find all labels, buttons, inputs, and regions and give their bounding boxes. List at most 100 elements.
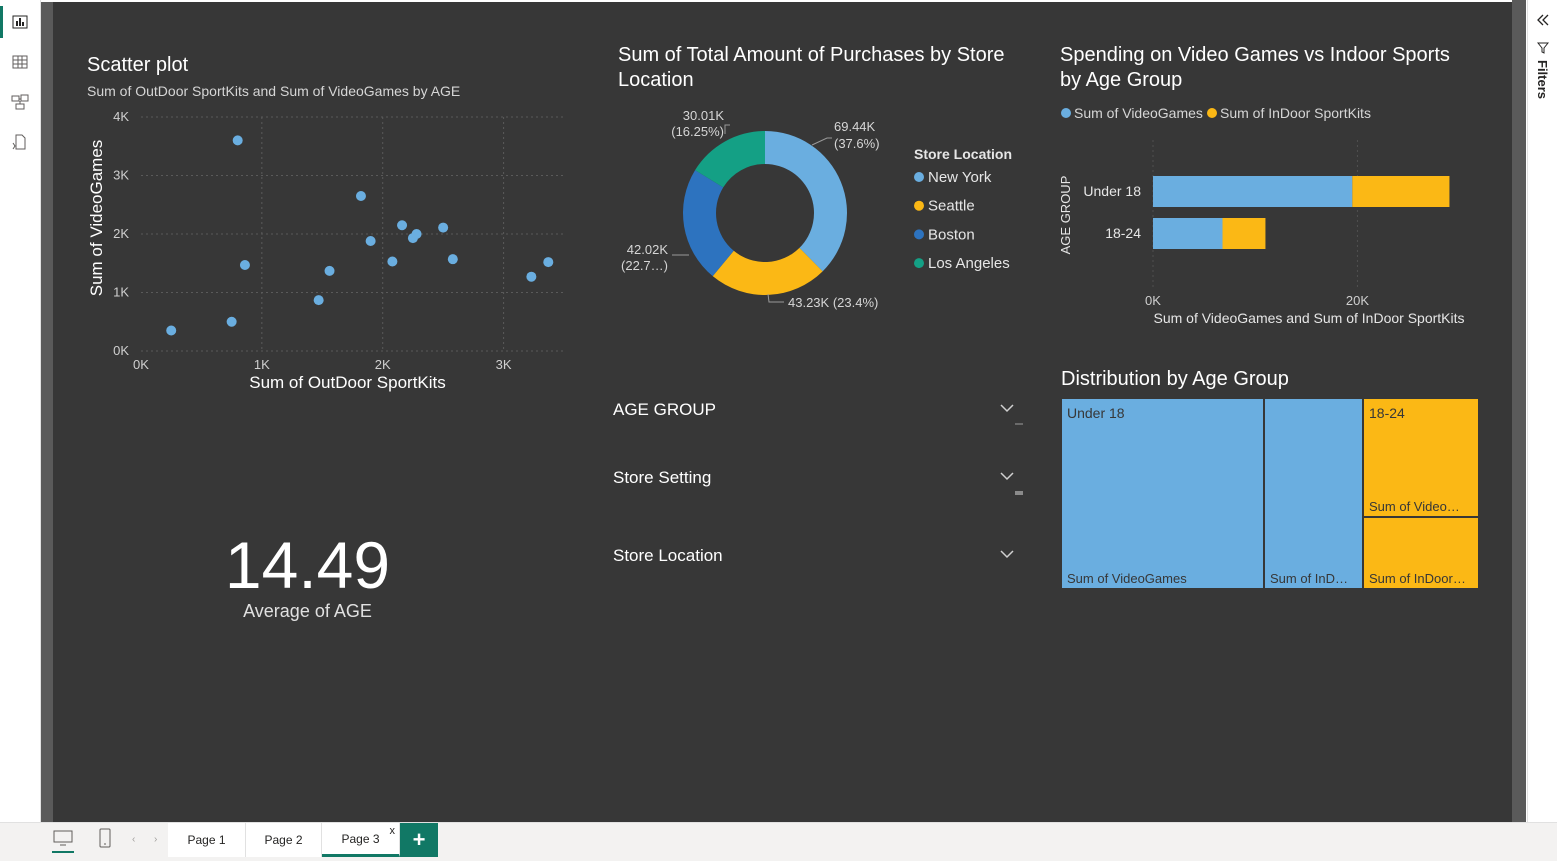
kpi-card[interactable]: 14.49 Average of AGE: [190, 525, 425, 635]
scatter-point: [411, 229, 422, 239]
scatter-point: [166, 325, 177, 336]
legend-item: New York: [928, 169, 992, 186]
tab-label: Page 2: [264, 833, 303, 847]
scatter-point: [387, 256, 398, 267]
chevron-down-icon[interactable]: [999, 400, 1015, 416]
y-tick-label: 3K: [113, 168, 129, 183]
legend-marker: [1061, 108, 1071, 118]
slicer-store-location[interactable]: Store Location: [613, 546, 1023, 576]
chevron-down-icon[interactable]: [999, 546, 1015, 562]
donut-label: 30.01K: [683, 108, 725, 123]
tab-page-3[interactable]: Page 3 x: [322, 823, 400, 857]
donut-slice: [765, 131, 847, 272]
x-axis-title: Sum of OutDoor SportKits: [249, 373, 446, 392]
leader-line: [767, 293, 784, 303]
treemap-cell-1824-videogames[interactable]: 18-24 Sum of Video…: [1363, 398, 1479, 517]
close-tab-icon[interactable]: x: [390, 825, 396, 837]
chevron-right-icon[interactable]: ›: [154, 834, 157, 845]
scatter-point: [232, 135, 243, 146]
tab-label: Page 1: [187, 833, 226, 847]
x-tick-label: 0K: [1145, 293, 1161, 308]
y-tick-label: 1K: [113, 285, 129, 300]
model-view-icon[interactable]: [9, 91, 31, 113]
x-tick-label: 0K: [133, 357, 149, 372]
scatter-point: [324, 265, 335, 276]
treemap-cell-label: Sum of InD…: [1270, 571, 1349, 586]
scatter-point: [438, 222, 449, 233]
scatter-point: [543, 257, 554, 268]
scatter-point: [239, 260, 250, 271]
slicer-store-setting[interactable]: Store Setting: [613, 468, 1023, 498]
add-page-button[interactable]: +: [400, 823, 438, 857]
table-view-icon[interactable]: [9, 51, 31, 73]
legend-marker: [914, 258, 924, 269]
treemap-area: Under 18 Sum of VideoGames Sum of InD… 1…: [1061, 398, 1479, 589]
resize-handle: [1015, 491, 1023, 495]
treemap-group-label: 18-24: [1369, 405, 1405, 421]
leader-line: [811, 137, 832, 146]
scatter-point: [226, 316, 237, 327]
stacked-title-line1: Spending on Video Games vs Indoor Sports: [1060, 44, 1450, 66]
treemap-cell-label: Sum of InDoor…: [1369, 571, 1466, 586]
y-axis-title: AGE GROUP: [1058, 176, 1073, 255]
y-tick-label: Under 18: [1083, 183, 1141, 199]
scatter-point: [355, 190, 366, 201]
x-tick-label: 20K: [1346, 293, 1369, 308]
legend-item: Sum of VideoGames: [1074, 105, 1203, 121]
chevron-down-icon[interactable]: [999, 468, 1015, 484]
x-tick-label: 2K: [375, 357, 391, 372]
chevron-left-icon[interactable]: ‹: [132, 834, 135, 845]
treemap-cell-under18-indoor[interactable]: Sum of InD…: [1264, 398, 1363, 589]
canvas-left-border: [41, 0, 53, 822]
y-tick-label: 4K: [113, 109, 129, 124]
x-axis-title: Sum of VideoGames and Sum of InDoor Spor…: [1153, 310, 1464, 326]
canvas-right-border: [1512, 0, 1526, 822]
treemap-title: Distribution by Age Group: [1061, 368, 1289, 390]
slicer-age-group[interactable]: AGE GROUP: [613, 400, 1023, 430]
slicer-age-group-label: AGE GROUP: [613, 400, 716, 419]
donut-label: 42.02K: [627, 242, 669, 257]
legend-marker: [1207, 108, 1217, 118]
tab-page-1[interactable]: Page 1: [168, 823, 246, 857]
treemap-cell-under18-videogames[interactable]: Under 18 Sum of VideoGames: [1061, 398, 1264, 589]
treemap-cell-label: Sum of VideoGames: [1067, 571, 1187, 586]
expand-chevrons-icon[interactable]: [1536, 13, 1550, 27]
y-tick-label: 0K: [113, 343, 129, 358]
leader-line: [724, 124, 730, 134]
slicer-store-location-label: Store Location: [613, 546, 723, 565]
scatter-point: [313, 295, 324, 306]
tab-label: Page 3: [341, 831, 380, 846]
y-axis-title: Sum of VideoGames: [87, 140, 106, 297]
donut-label: (22.7…): [621, 258, 668, 273]
scatter-subtitle: Sum of OutDoor SportKits and Sum of Vide…: [87, 83, 461, 99]
treemap-cell-label: Sum of Video…: [1369, 499, 1460, 514]
stacked-title-line2: by Age Group: [1060, 69, 1183, 91]
legend-item: Sum of InDoor SportKits: [1220, 105, 1371, 121]
dax-query-icon[interactable]: [9, 131, 31, 153]
treemap-cell-1824-indoor[interactable]: Sum of InDoor…: [1363, 517, 1479, 589]
x-tick-label: 3K: [496, 357, 512, 372]
legend-marker: [914, 172, 924, 182]
report-view-icon[interactable]: [0, 6, 31, 38]
resize-handle: [1015, 423, 1023, 425]
filter-icon: [1537, 42, 1549, 54]
scatter-point: [365, 236, 376, 247]
kpi-value: 14.49: [224, 528, 391, 602]
kpi-label: Average of AGE: [243, 601, 372, 621]
y-tick-label: 18-24: [1105, 225, 1141, 241]
legend-item: Boston: [928, 226, 975, 243]
bar-segment: [1222, 218, 1266, 249]
filters-label: Filters: [1535, 60, 1550, 100]
donut-plot-area: 69.44K (37.6%) 43.23K (23.4%) 42.02K(22.7…)…: [621, 108, 1012, 310]
scatter-point: [526, 271, 537, 282]
legend-marker: [914, 229, 924, 240]
scatter-point: [397, 220, 408, 231]
donut-label: (37.6%): [834, 136, 880, 151]
tab-page-2[interactable]: Page 2: [246, 823, 322, 857]
legend-item: Los Angeles: [928, 255, 1010, 272]
filters-pane[interactable]: Filters: [1527, 0, 1557, 822]
mobile-layout-icon[interactable]: [98, 828, 112, 855]
view-switcher: [0, 0, 41, 822]
treemap-group-label: Under 18: [1067, 405, 1125, 421]
desktop-layout-icon[interactable]: [52, 829, 74, 853]
